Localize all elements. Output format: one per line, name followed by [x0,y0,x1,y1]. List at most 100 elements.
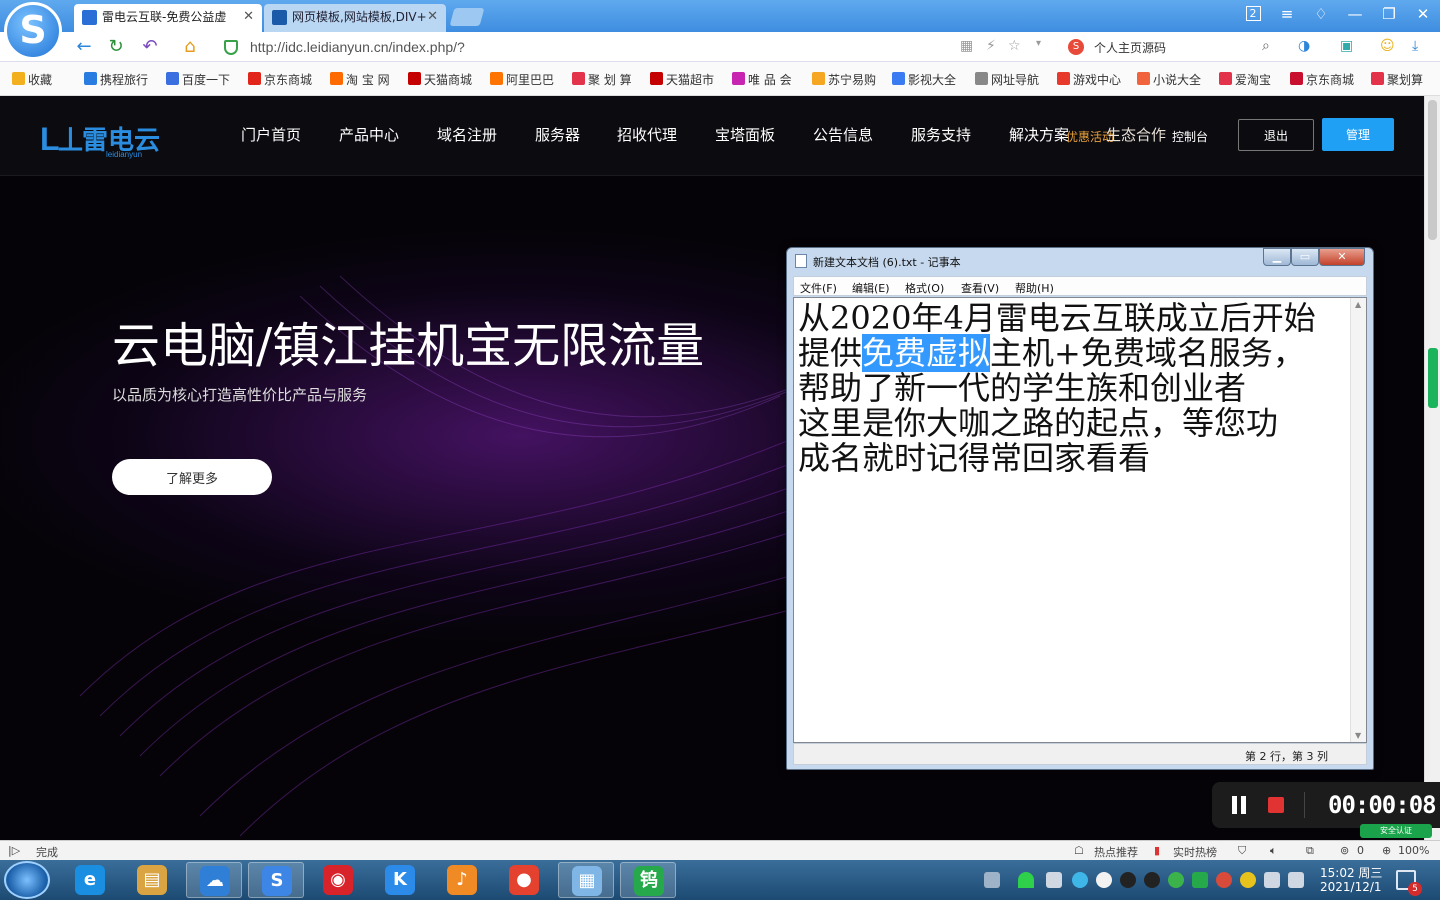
taskbar-app[interactable]: ◉ [310,862,366,898]
learn-more-button[interactable]: 了解更多 [112,459,272,495]
favorite-item[interactable]: 携程旅行 [84,71,148,87]
taskbar-app[interactable]: K [372,862,428,898]
search-input[interactable] [1064,36,1284,58]
close-icon[interactable]: ✕ [1319,248,1365,266]
menu-format[interactable]: 格式(O) [905,280,944,296]
clock-time[interactable]: 15:02 周三 [1320,864,1382,881]
favorite-item[interactable]: 京东商城 [1290,71,1354,87]
maximize-icon[interactable]: ▭ [1291,248,1319,266]
tungsten-icon[interactable] [1192,872,1208,888]
close-tab-icon[interactable]: ✕ [427,4,438,30]
zoom-level[interactable]: 100% [1398,844,1429,857]
menu-edit[interactable]: 编辑(E) [852,280,890,296]
taskbar-app[interactable]: e [62,862,118,898]
notepad-text-area[interactable]: 从2020年4月雷电云互联成立后开始 提供免费虚拟主机+免费域名服务， 帮助了新… [793,297,1367,743]
refresh-icon[interactable]: ↻ [104,36,128,58]
favorite-item[interactable]: 游戏中心 [1057,71,1121,87]
undo-close-icon[interactable]: ↶ [138,36,162,58]
menu-file[interactable]: 文件(F) [800,280,837,296]
favorite-item[interactable]: 天猫商城 [408,71,472,87]
emoji-icon[interactable]: ☺ [1380,38,1395,54]
nav-domain[interactable]: 域名注册 [437,124,497,148]
taskbar-app[interactable]: ♪ [434,862,490,898]
window-icon[interactable]: ⧉ [1306,844,1314,858]
taskbar-app[interactable]: ● [496,862,552,898]
taskbar-app[interactable]: 钨 [620,862,676,898]
tab-templates[interactable]: 网页模板,网站模板,DIV+ ✕ [264,4,446,32]
dropdown-arrow-icon[interactable]: ▾ [1036,38,1041,49]
scroll-down-icon[interactable]: ▼ [1355,731,1361,740]
side-feedback-tab[interactable] [1428,348,1438,408]
keyboard-icon[interactable] [984,872,1000,888]
download-icon[interactable]: ⤓ [1412,38,1418,54]
sogou-browser-logo[interactable]: S [4,2,62,60]
favorite-item[interactable]: 收藏 [12,71,52,87]
favorite-item[interactable]: 百度一下 [166,71,230,87]
search-icon[interactable]: ⌕ [1262,38,1270,54]
sound-icon[interactable]: 🔈︎ [1270,844,1277,858]
nav-support[interactable]: 服务支持 [911,124,971,148]
scrollbar-thumb[interactable] [1428,100,1437,240]
nav-baota[interactable]: 宝塔面板 [715,124,775,148]
speaker-icon[interactable] [1264,872,1280,888]
scroll-up-icon[interactable]: ▲ [1355,300,1361,309]
favorite-item[interactable]: 唯 品 会 [732,71,792,87]
minimize-icon[interactable]: ▁ [1263,248,1291,266]
favorite-item[interactable]: 聚 划 算 [572,71,632,87]
nav-agent[interactable]: 招收代理 [617,124,677,148]
qr-icon[interactable]: ▦ [960,38,973,54]
translate-icon[interactable]: ◑ [1298,38,1310,54]
hot-list-link[interactable]: 实时热榜 [1173,844,1217,860]
home-icon[interactable]: ⌂ [178,36,202,58]
clock-date[interactable]: 2021/12/1 [1320,880,1382,894]
notepad-titlebar[interactable]: 新建文本文档 (6).txt - 记事本 ▁ ▭ ✕ [787,248,1373,274]
back-icon[interactable]: ← [72,36,96,58]
hot-list-icon[interactable]: ▮ [1154,844,1160,857]
nav-partners[interactable]: 生态合作 [1106,124,1166,148]
wechat-icon[interactable] [1168,872,1184,888]
taskbar-app[interactable]: ▦ [558,862,614,898]
screenshot-icon[interactable]: ▣ [1340,38,1353,54]
qq-icon[interactable] [1144,872,1160,888]
minimize-icon[interactable]: — [1338,0,1372,30]
nav-console[interactable]: 控制台 [1172,128,1208,145]
wifi-icon[interactable] [1018,872,1034,888]
volume-icon[interactable] [1046,872,1062,888]
network-icon[interactable] [1072,872,1088,888]
stop-record-icon[interactable] [1268,797,1284,813]
favorite-item[interactable]: 影视大全 [892,71,956,87]
menu-icon[interactable]: ≡ [1270,0,1304,30]
taskbar-app[interactable]: S [248,862,304,898]
favorite-item[interactable]: 阿里巴巴 [490,71,554,87]
cloud-sync-icon[interactable] [1240,872,1256,888]
skin-icon[interactable]: ♢ [1304,0,1338,30]
close-window-icon[interactable]: ✕ [1406,0,1440,30]
security-shield-icon[interactable]: ⛉ [1238,844,1246,858]
nav-products[interactable]: 产品中心 [339,124,399,148]
bookmark-star-icon[interactable]: ☆ [1008,38,1021,54]
nav-server[interactable]: 服务器 [535,124,580,148]
favorite-item[interactable]: 聚划算 [1371,71,1423,87]
favorite-item[interactable]: 淘 宝 网 [330,71,390,87]
taskbar-app[interactable]: ☁ [186,862,242,898]
nav-home[interactable]: 门户首页 [241,124,301,148]
zoom-icon[interactable]: ⊕ [1382,844,1391,857]
notepad-window[interactable]: 新建文本文档 (6).txt - 记事本 ▁ ▭ ✕ 文件(F) 编辑(E) 格… [786,247,1374,770]
signal-icon[interactable] [1288,872,1304,888]
start-button[interactable] [4,861,50,899]
favorite-item[interactable]: 爱淘宝 [1219,71,1271,87]
site-logo[interactable]: L⊥ 雷电云 leidianyun [40,120,180,160]
menu-help[interactable]: 帮助(H) [1015,280,1054,296]
tab-leidianyun[interactable]: 雷电云互联-免费公益虚 ✕ [74,4,262,32]
page-scrollbar[interactable] [1424,96,1440,840]
window-count-icon[interactable]: 2 [1236,0,1270,30]
downloads-icon[interactable]: ⊚ [1340,844,1349,857]
taskbar-app[interactable]: ▤ [124,862,180,898]
favorite-item[interactable]: 网址导航 [975,71,1039,87]
favorite-item[interactable]: 京东商城 [248,71,312,87]
speed-mode-icon[interactable]: ⚡ [986,38,996,54]
qq-icon[interactable] [1120,872,1136,888]
pause-icon[interactable] [1230,796,1248,814]
favorite-item[interactable]: 小说大全 [1137,71,1201,87]
new-tab-button[interactable] [449,8,485,26]
